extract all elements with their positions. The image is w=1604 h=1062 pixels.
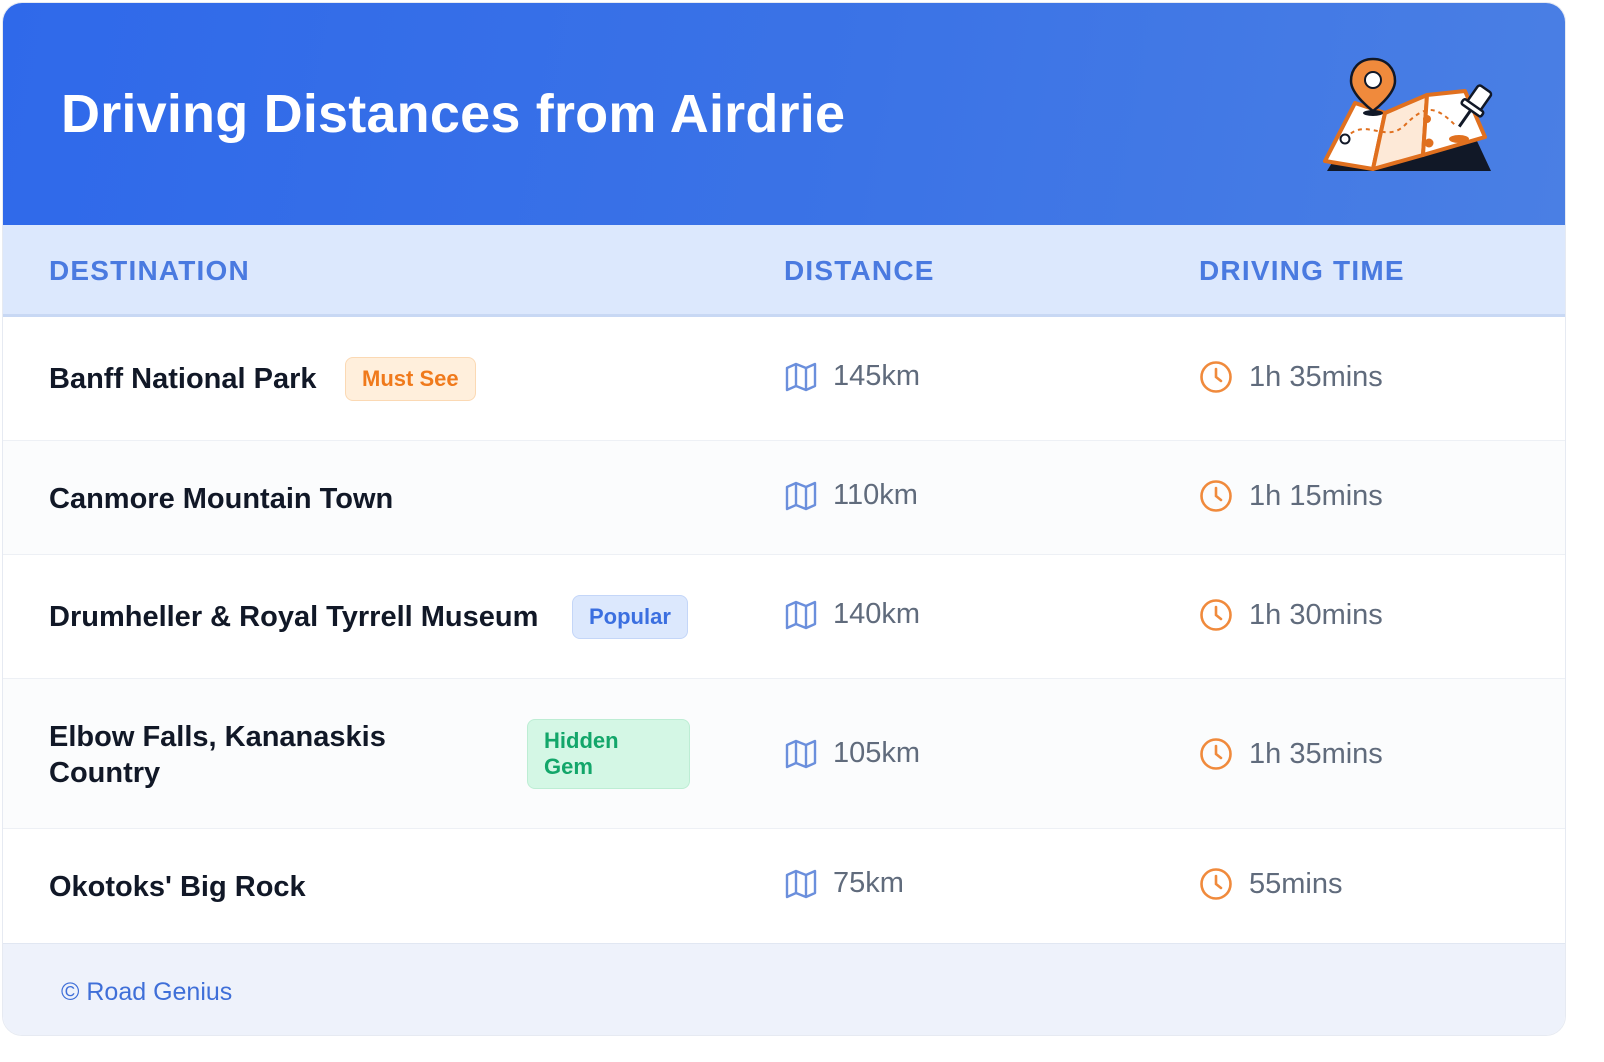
driving-time-value: 1h 30mins — [1249, 598, 1383, 631]
driving-time-cell: 55mins — [1199, 867, 1343, 901]
driving-time-value: 1h 35mins — [1249, 360, 1383, 393]
clock-icon — [1200, 738, 1232, 770]
driving-time-cell: 1h 35mins — [1199, 360, 1383, 394]
distance-value: 140km — [833, 598, 921, 630]
driving-time-cell: 1h 30mins — [1199, 598, 1383, 632]
table-row: Okotoks' Big Rock 75km 55mins — [3, 829, 1565, 943]
table-row: Canmore Mountain Town 110km 1h 15mins — [3, 441, 1565, 555]
distance-value: 105km — [833, 737, 921, 769]
footer-credit: © Road Genius — [61, 978, 233, 1006]
clock-icon — [1200, 599, 1232, 631]
column-header-distance: DISTANCE — [784, 255, 935, 286]
clock-icon — [1200, 868, 1232, 900]
badge-popular: Popular — [572, 595, 688, 639]
distance-cell: 145km — [785, 360, 920, 393]
table-row: Drumheller & Royal Tyrrell Museum Popula… — [3, 555, 1565, 679]
card-footer: © Road Genius — [3, 943, 1565, 1035]
column-header-destination: DESTINATION — [49, 255, 250, 286]
destination-name: Banff National Park — [49, 363, 317, 395]
folded-map-illustration-icon — [1323, 57, 1493, 171]
card-header: Driving Distances from Airdrie — [3, 3, 1565, 225]
distance-cell: 110km — [785, 479, 918, 512]
badge-hidden-gem: Hidden Gem — [527, 719, 690, 789]
badge-must-see: Must See — [345, 357, 476, 401]
destination-name: Elbow Falls, Kananaskis Country — [49, 721, 386, 789]
map-icon — [785, 600, 817, 629]
driving-time-cell: 1h 35mins — [1199, 737, 1383, 771]
map-icon — [785, 481, 817, 510]
destination-name: Canmore Mountain Town — [49, 483, 394, 515]
page-title: Driving Distances from Airdrie — [61, 84, 846, 144]
table-column-header: DESTINATION DISTANCE DRIVING TIME — [3, 225, 1565, 317]
table-row: Elbow Falls, Kananaskis Country Hidden G… — [3, 679, 1565, 829]
distance-value: 75km — [833, 867, 904, 899]
destination-name: Okotoks' Big Rock — [49, 871, 306, 903]
distance-cell: 105km — [785, 737, 920, 770]
clock-icon — [1200, 361, 1232, 393]
clock-icon — [1200, 480, 1232, 512]
driving-time-cell: 1h 15mins — [1199, 479, 1383, 513]
map-icon — [785, 362, 817, 391]
driving-time-value: 55mins — [1249, 867, 1343, 900]
destination-name: Drumheller & Royal Tyrrell Museum — [49, 601, 539, 633]
driving-time-value: 1h 35mins — [1249, 737, 1383, 770]
table-row: Banff National Park Must See 145km 1h 35… — [3, 317, 1565, 441]
distance-value: 110km — [833, 479, 918, 511]
distances-card: Driving Distances from Airdrie DESTINATI… — [2, 2, 1566, 1036]
map-icon — [785, 869, 817, 898]
distance-cell: 75km — [785, 867, 904, 900]
column-header-driving-time: DRIVING TIME — [1199, 255, 1405, 286]
distance-value: 145km — [833, 360, 921, 392]
distance-cell: 140km — [785, 598, 920, 631]
driving-time-value: 1h 15mins — [1249, 479, 1383, 512]
map-icon — [785, 739, 817, 768]
